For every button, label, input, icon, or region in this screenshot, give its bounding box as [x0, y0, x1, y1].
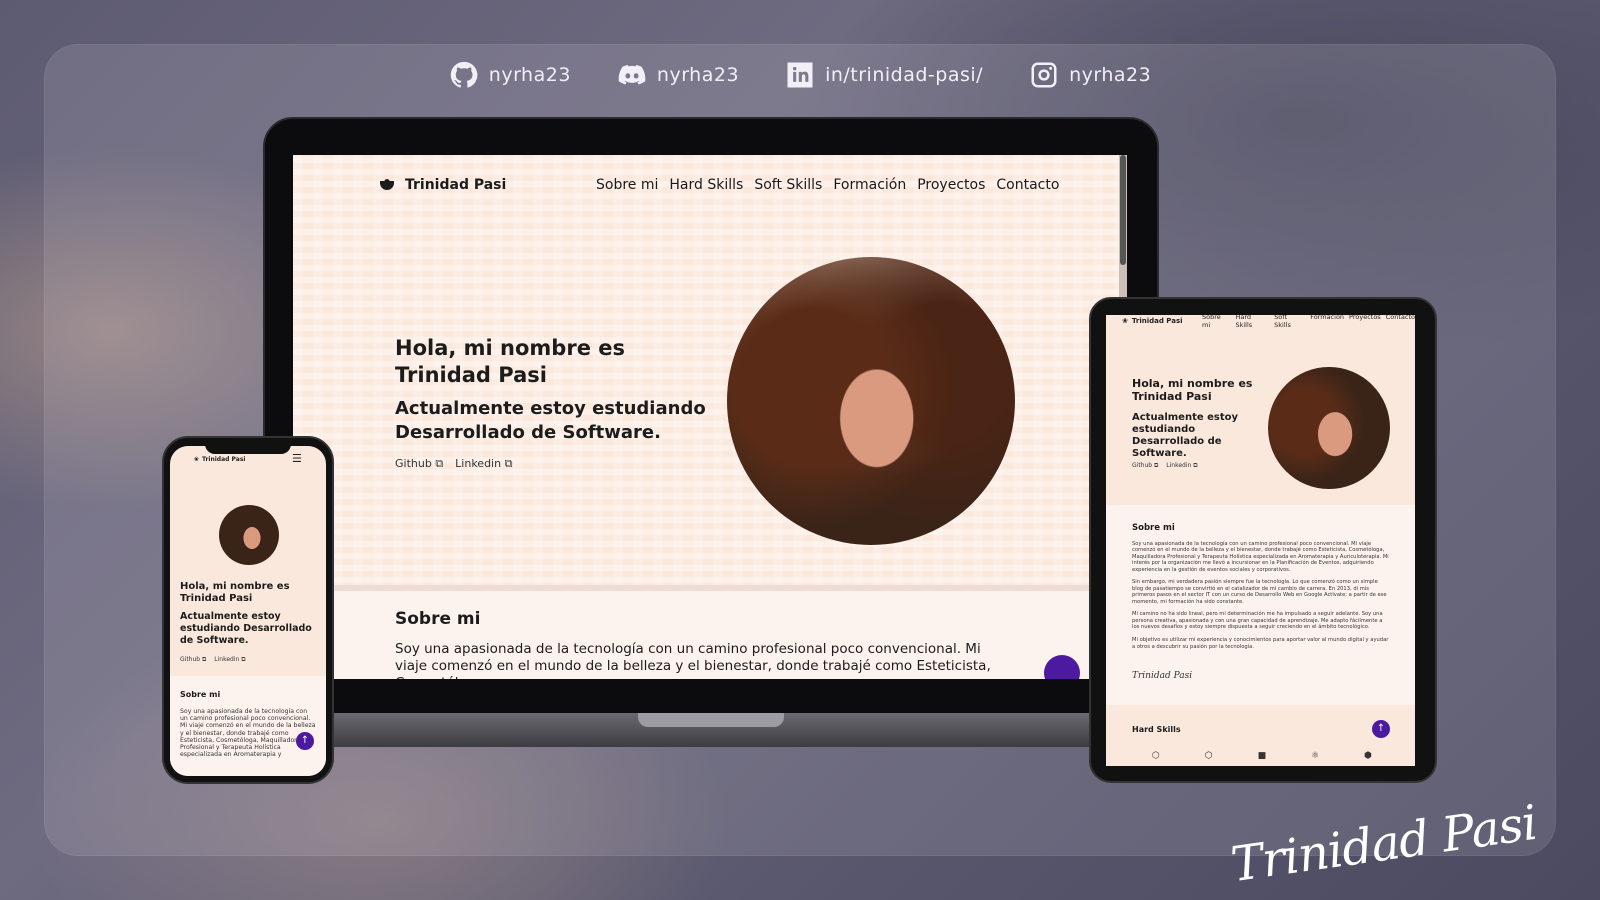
tablet-linkedin-link[interactable]: Linkedin ⧉ — [1166, 462, 1197, 470]
discord-icon — [618, 65, 646, 85]
social-discord[interactable]: nyrha23 — [617, 60, 739, 90]
html5-icon: ⬡ — [1152, 751, 1160, 761]
tablet-hero-links: Github ⧉ Linkedin ⧉ — [1132, 462, 1198, 470]
skill-icons: ⬡ ⬡ ■ ⚛ ⬢ — [1152, 751, 1372, 761]
hero-subtitle: Actualmente estoy estudiando Desarrollad… — [395, 398, 706, 443]
brand-name: Trinidad Pasi — [405, 177, 507, 193]
phone-notch — [205, 440, 291, 454]
instagram-icon — [1031, 62, 1057, 88]
phone-profile-photo — [219, 505, 279, 565]
tablet-github-link[interactable]: Github ⧉ — [1132, 462, 1158, 470]
nav-item-contacto[interactable]: Contacto — [996, 177, 1059, 193]
social-bar: nyrha23 nyrha23 in/trinidad-pasi/ nyrha2… — [0, 58, 1600, 92]
phone-about-section: Sobre mi Soy una apasionada de la tecnol… — [170, 676, 326, 776]
phone-about-text: Soy una apasionada de la tecnología con … — [180, 708, 316, 759]
tablet-nav-formacion[interactable]: Formación — [1310, 315, 1344, 329]
tablet-scroll-top-button[interactable]: ↑ — [1372, 720, 1390, 738]
scrollbar-thumb[interactable] — [1120, 155, 1126, 265]
lotus-logo-icon — [379, 179, 395, 191]
about-title: Sobre mi — [395, 609, 481, 629]
nav-item-hard-skills[interactable]: Hard Skills — [669, 177, 743, 193]
tablet-nav-hard-skills[interactable]: Hard Skills — [1235, 315, 1269, 329]
phone-hero-subtitle: Actualmente estoy estudiando Desarrollad… — [180, 611, 312, 646]
about-section: Sobre mi Soy una apasionada de la tecnol… — [293, 585, 1119, 679]
site-brand[interactable]: Trinidad Pasi — [379, 177, 506, 193]
tablet-profile-photo — [1268, 367, 1390, 489]
github-link[interactable]: Github ⧉ — [395, 457, 443, 471]
profile-photo — [727, 257, 1015, 545]
github-icon — [450, 61, 478, 88]
phone-linkedin-link[interactable]: Linkedin ⧉ — [214, 656, 245, 664]
phone-hero-links: Github ⧉ Linkedin ⧉ — [180, 656, 246, 664]
linkedin-icon — [787, 62, 813, 88]
react-icon: ⚛ — [1311, 751, 1320, 761]
tablet-brand[interactable]: ❀ Trinidad Pasi — [1122, 317, 1183, 325]
nav-item-formacion[interactable]: Formación — [833, 177, 906, 193]
laptop-notch — [638, 713, 784, 727]
phone-brand-name: Trinidad Pasi — [202, 456, 246, 463]
phone-hero-title: Hola, mi nombre es Trinidad Pasi — [180, 581, 290, 604]
about-text: Soy una apasionada de la tecnología con … — [395, 641, 991, 679]
tablet-brand-name: Trinidad Pasi — [1131, 317, 1183, 325]
lotus-logo-icon: ❀ — [1122, 317, 1128, 325]
css3-icon: ⬡ — [1204, 751, 1213, 761]
phone-brand[interactable]: ❀ Trinidad Pasi — [194, 456, 245, 463]
tablet-nav-proyectos[interactable]: Proyectos — [1349, 315, 1381, 329]
tablet-hard-skills-title: Hard Skills — [1132, 725, 1181, 734]
tablet-nav-sobre-mi[interactable]: Sobre mi — [1202, 315, 1230, 329]
phone-scroll-top-button[interactable]: ↑ — [296, 732, 314, 750]
laptop-screen: Trinidad Pasi Sobre mi Hard Skills Soft … — [293, 155, 1127, 679]
discord-handle: nyrha23 — [656, 64, 740, 86]
tablet-screen: ❀ Trinidad Pasi Sobre mi Hard Skills Soft… — [1106, 315, 1415, 766]
phone-screen: ❀ Trinidad Pasi ☰ Hola, mi nombre es Trin… — [170, 446, 326, 776]
tablet-nav-contacto[interactable]: Contacto — [1386, 315, 1415, 329]
tablet-about-text: Soy una apasionada de la tecnología con … — [1132, 541, 1389, 650]
hamburger-menu-icon[interactable]: ☰ — [292, 452, 302, 465]
phone-about-title: Sobre mi — [180, 690, 221, 699]
hero-title: Hola, mi nombre es Trinidad Pasi — [395, 336, 625, 387]
tablet-about-section: Sobre mi Soy una apasionada de la tecnol… — [1106, 505, 1415, 705]
site-nav: Trinidad Pasi Sobre mi Hard Skills Soft … — [293, 177, 1119, 201]
linkedin-link[interactable]: Linkedin ⧉ — [455, 457, 512, 471]
tablet-menu: Sobre mi Hard Skills Soft Skills Formaci… — [1202, 315, 1415, 329]
instagram-handle: nyrha23 — [1069, 64, 1152, 86]
social-linkedin[interactable]: in/trinidad-pasi/ — [785, 60, 983, 90]
tablet-hero-title: Hola, mi nombre es Trinidad Pasi — [1132, 377, 1253, 403]
social-github[interactable]: nyrha23 — [449, 60, 571, 90]
hero-text: Hola, mi nombre es Trinidad Pasi Actualm… — [395, 335, 715, 471]
nav-item-sobre-mi[interactable]: Sobre mi — [596, 177, 658, 193]
tablet-signature: Trinidad Pasi — [1132, 671, 1193, 681]
phone-github-link[interactable]: Github ⧉ — [180, 656, 206, 664]
lotus-logo-icon: ❀ — [194, 456, 200, 463]
tablet-hero-subtitle: Actualmente estoy estudiando Desarrollad… — [1132, 412, 1239, 459]
tablet-about-title: Sobre mi — [1132, 523, 1175, 533]
nav-item-soft-skills[interactable]: Soft Skills — [754, 177, 822, 193]
nav-menu: Sobre mi Hard Skills Soft Skills Formaci… — [596, 177, 1059, 193]
linkedin-handle: in/trinidad-pasi/ — [825, 64, 984, 86]
hero-links: Github ⧉ Linkedin ⧉ — [395, 457, 715, 471]
github-handle: nyrha23 — [488, 64, 571, 86]
nav-item-proyectos[interactable]: Proyectos — [917, 177, 985, 193]
js-icon: ■ — [1257, 751, 1267, 761]
tablet-nav-soft-skills[interactable]: Soft Skills — [1274, 315, 1305, 329]
social-instagram[interactable]: nyrha23 — [1029, 60, 1151, 90]
node-icon: ⬢ — [1364, 751, 1372, 761]
